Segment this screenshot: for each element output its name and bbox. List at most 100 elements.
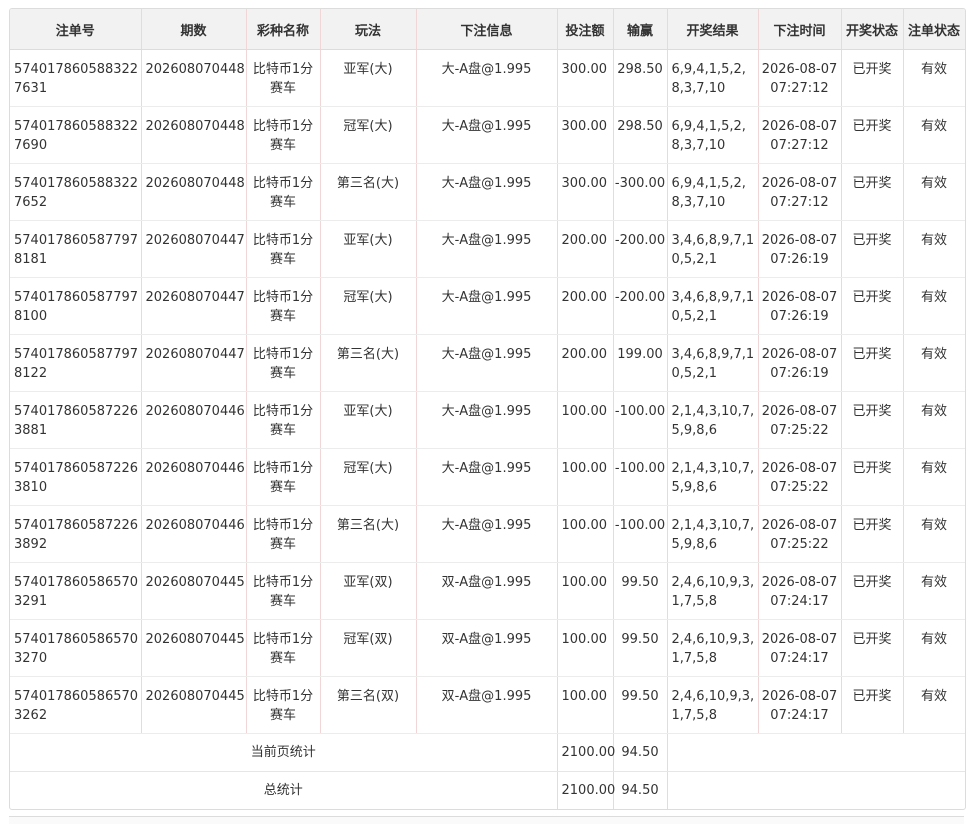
- bet-info-cell: 双-A盘@1.995: [416, 676, 558, 734]
- column-header-bet-info: 下注信息: [416, 9, 558, 50]
- bet-records-table-container: 注单号 期数 彩种名称 玩法 下注信息 投注额 输赢 开奖结果 下注时间 开奖状态 注单状态 574…: [9, 8, 966, 810]
- period-cell: 202608070447: [141, 220, 247, 278]
- play-type-cell: 冠军(大): [320, 106, 417, 164]
- period-cell: 202608070445: [141, 619, 247, 677]
- bet-time-cell: 2026-08-07 07:26:19: [758, 277, 842, 335]
- table-row: 5740178605872263810 202608070446 比特币1分赛车 冠军…: [10, 448, 965, 506]
- column-header-bet-amount: 投注额: [557, 9, 614, 50]
- draw-status-cell: 已开奖: [841, 505, 904, 563]
- table-row: 5740178605865703270 202608070445 比特币1分赛车 冠军…: [10, 619, 965, 677]
- bet-info-cell: 大-A盘@1.995: [416, 391, 558, 449]
- period-cell: 202608070448: [141, 106, 247, 164]
- draw-result-cell: 3,4,6,8,9,7,10,5,2,1: [667, 277, 759, 335]
- period-cell: 202608070447: [141, 277, 247, 335]
- play-type-cell: 第三名(大): [320, 163, 417, 221]
- bet-clock: 07:27:12: [770, 138, 829, 153]
- bet-amount-cell: 100.00: [557, 505, 614, 563]
- bet-amount-cell: 300.00: [557, 106, 614, 164]
- period-cell: 202608070445: [141, 676, 247, 734]
- column-header-period: 期数: [141, 9, 247, 50]
- bet-clock: 07:24:17: [770, 708, 829, 723]
- play-type-cell: 第三名(大): [320, 334, 417, 392]
- bet-info-cell: 大-A盘@1.995: [416, 277, 558, 335]
- order-status-cell: 有效: [903, 220, 965, 278]
- bet-time-cell: 2026-08-07 07:25:22: [758, 391, 842, 449]
- summary-label: 总统计: [10, 771, 558, 809]
- table-row: 5740178605877978181 202608070447 比特币1分赛车 亚军…: [10, 220, 965, 278]
- draw-result-cell: 2,4,6,10,9,3,1,7,5,8: [667, 619, 759, 677]
- win-loss-cell: 99.50: [613, 676, 668, 734]
- order-id-cell: 5740178605872263892: [10, 505, 142, 563]
- win-loss-cell: -100.00: [613, 448, 668, 506]
- play-type-cell: 亚军(大): [320, 220, 417, 278]
- win-loss-cell: -300.00: [613, 163, 668, 221]
- table-header-row: 注单号 期数 彩种名称 玩法 下注信息 投注额 输赢 开奖结果 下注时间 开奖状态 注单状态: [10, 9, 965, 50]
- bet-clock: 07:26:19: [770, 309, 829, 324]
- order-id-cell: 5740178605865703291: [10, 562, 142, 620]
- order-status-cell: 有效: [903, 448, 965, 506]
- draw-status-cell: 已开奖: [841, 106, 904, 164]
- table-row: 5740178605865703291 202608070445 比特币1分赛车 亚军…: [10, 562, 965, 620]
- bet-date: 2026-08-07: [761, 233, 838, 248]
- lottery-name-cell: 比特币1分赛车: [246, 277, 321, 335]
- bet-clock: 07:24:17: [770, 651, 829, 666]
- order-id-cell: 5740178605865703270: [10, 619, 142, 677]
- bet-time-cell: 2026-08-07 07:26:19: [758, 334, 842, 392]
- play-type-cell: 第三名(双): [320, 676, 417, 734]
- order-id-cell: 5740178605877978122: [10, 334, 142, 392]
- period-cell: 202608070448: [141, 49, 247, 107]
- bet-date: 2026-08-07: [761, 62, 838, 77]
- order-status-cell: 有效: [903, 334, 965, 392]
- lottery-name-cell: 比特币1分赛车: [246, 391, 321, 449]
- draw-status-cell: 已开奖: [841, 448, 904, 506]
- bet-amount-cell: 300.00: [557, 49, 614, 107]
- bet-info-cell: 大-A盘@1.995: [416, 49, 558, 107]
- summary-label: 当前页统计: [10, 733, 558, 772]
- order-status-cell: 有效: [903, 49, 965, 107]
- draw-result-cell: 6,9,4,1,5,2,8,3,7,10: [667, 106, 759, 164]
- bet-info-cell: 大-A盘@1.995: [416, 448, 558, 506]
- play-type-cell: 亚军(双): [320, 562, 417, 620]
- bet-time-cell: 2026-08-07 07:25:22: [758, 505, 842, 563]
- table-row: 5740178605872263881 202608070446 比特币1分赛车 亚军…: [10, 391, 965, 449]
- summary-empty: [667, 771, 965, 809]
- win-loss-cell: -100.00: [613, 505, 668, 563]
- lottery-name-cell: 比特币1分赛车: [246, 49, 321, 107]
- draw-status-cell: 已开奖: [841, 619, 904, 677]
- order-status-cell: 有效: [903, 277, 965, 335]
- bet-amount-cell: 200.00: [557, 334, 614, 392]
- order-status-cell: 有效: [903, 106, 965, 164]
- bet-clock: 07:26:19: [770, 366, 829, 381]
- period-cell: 202608070446: [141, 391, 247, 449]
- order-id-cell: 5740178605883227631: [10, 49, 142, 107]
- summary-amount: 2100.00: [557, 733, 615, 772]
- draw-status-cell: 已开奖: [841, 334, 904, 392]
- win-loss-cell: 99.50: [613, 562, 668, 620]
- bet-amount-cell: 100.00: [557, 619, 614, 677]
- order-id-cell: 5740178605872263881: [10, 391, 142, 449]
- summary-win-loss: 94.50: [613, 733, 668, 772]
- table-row: 5740178605883227652 202608070448 比特币1分赛车 第三…: [10, 163, 965, 221]
- draw-status-cell: 已开奖: [841, 676, 904, 734]
- bet-clock: 07:27:12: [770, 81, 829, 96]
- bet-time-cell: 2026-08-07 07:27:12: [758, 106, 842, 164]
- column-header-lottery-name: 彩种名称: [246, 9, 321, 50]
- win-loss-cell: -100.00: [613, 391, 668, 449]
- bet-amount-cell: 200.00: [557, 277, 614, 335]
- bet-date: 2026-08-07: [761, 290, 838, 305]
- bet-clock: 07:25:22: [770, 480, 829, 495]
- period-cell: 202608070448: [141, 163, 247, 221]
- win-loss-cell: 298.50: [613, 106, 668, 164]
- column-header-order-status: 注单状态: [903, 9, 965, 50]
- lottery-name-cell: 比特币1分赛车: [246, 106, 321, 164]
- bet-clock: 07:26:19: [770, 252, 829, 267]
- draw-status-cell: 已开奖: [841, 277, 904, 335]
- draw-status-cell: 已开奖: [841, 163, 904, 221]
- bet-date: 2026-08-07: [761, 119, 838, 134]
- page-summary-row: 当前页统计 2100.00 94.50: [10, 733, 965, 772]
- period-cell: 202608070446: [141, 448, 247, 506]
- play-type-cell: 亚军(大): [320, 49, 417, 107]
- summary-empty: [667, 733, 965, 772]
- order-status-cell: 有效: [903, 505, 965, 563]
- play-type-cell: 冠军(大): [320, 277, 417, 335]
